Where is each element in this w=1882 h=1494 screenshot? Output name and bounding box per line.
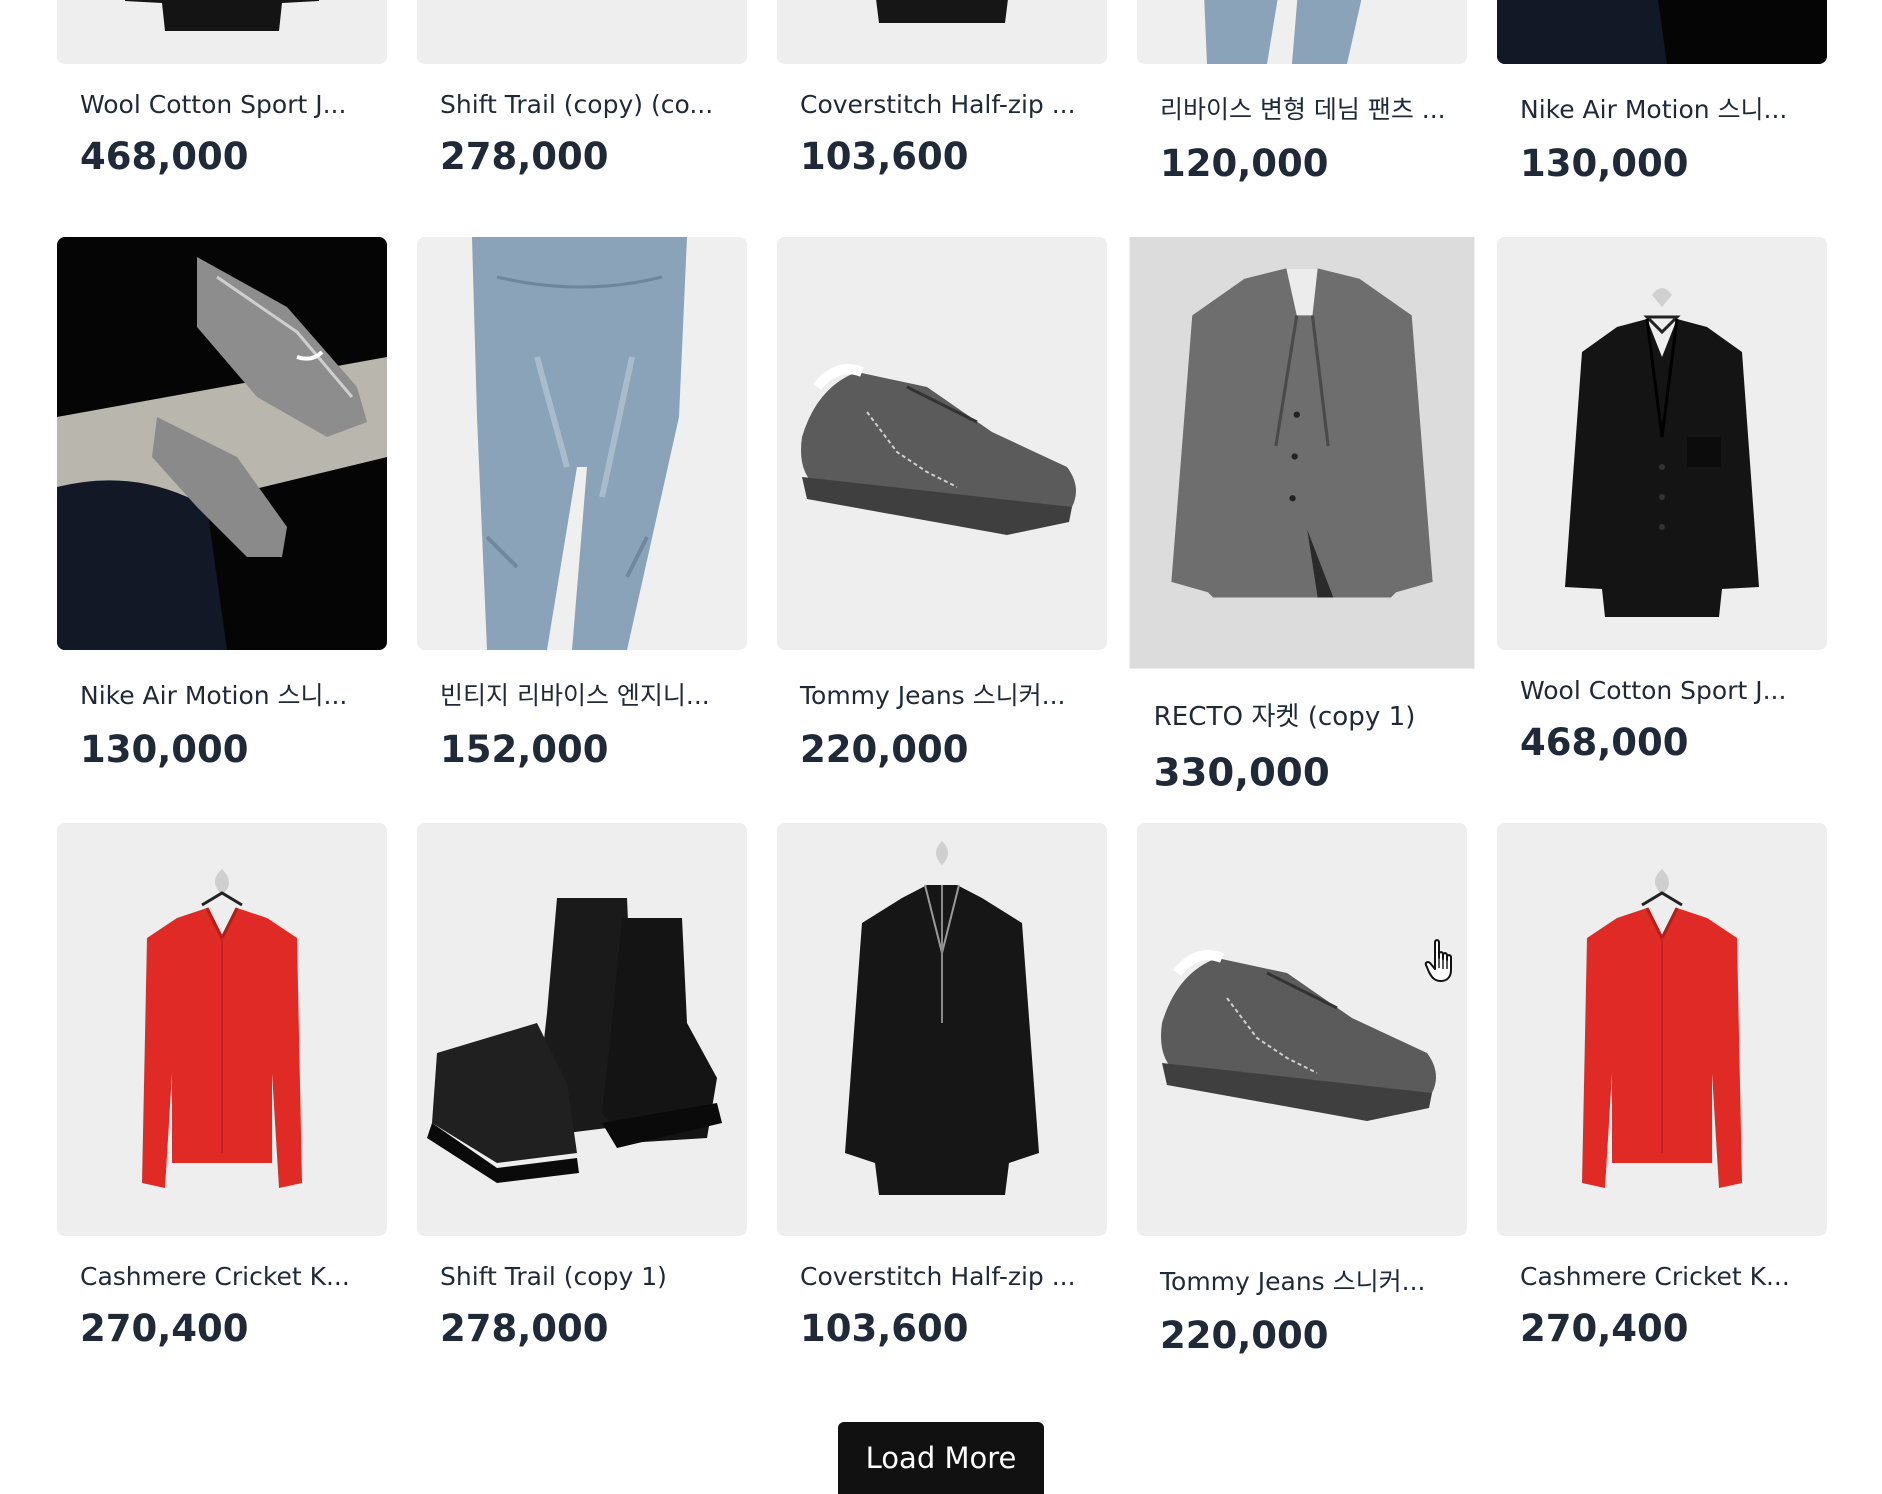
product-price: 278,000 — [440, 1307, 609, 1350]
product-price: 120,000 — [1160, 142, 1329, 185]
product-name[interactable]: Cashmere Cricket K... — [57, 1262, 387, 1291]
product-image[interactable] — [1497, 237, 1827, 650]
product-name[interactable]: Coverstitch Half-zip ... — [777, 90, 1107, 119]
product-card[interactable]: Tommy Jeans 스니커... 220,000 — [1137, 823, 1467, 1357]
product-name[interactable]: Coverstitch Half-zip ... — [777, 1262, 1107, 1291]
product-card[interactable]: Coverstitch Half-zip ... 103,600 — [777, 0, 1107, 178]
product-name[interactable]: Tommy Jeans 스니커... — [777, 676, 1107, 712]
product-name[interactable]: Cashmere Cricket K... — [1497, 1262, 1827, 1291]
product-name[interactable]: Wool Cotton Sport J... — [57, 90, 387, 119]
product-price: 220,000 — [1160, 1314, 1329, 1357]
product-name[interactable]: 빈티지 리바이스 엔지니... — [417, 676, 747, 712]
product-image[interactable] — [417, 237, 747, 650]
product-name[interactable]: Wool Cotton Sport J... — [1497, 676, 1827, 705]
product-price: 220,000 — [800, 728, 969, 771]
product-price: 270,400 — [1520, 1307, 1689, 1350]
product-price: 270,400 — [80, 1307, 249, 1350]
product-image[interactable] — [777, 237, 1107, 650]
product-card[interactable]: 빈티지 리바이스 엔지니... 152,000 — [417, 237, 747, 771]
product-name[interactable]: 리바이스 변형 데님 팬츠 ... — [1137, 90, 1467, 126]
product-card[interactable]: RECTO 자켓 (copy 1) 330,000 — [1129, 237, 1475, 796]
product-image[interactable] — [1137, 823, 1467, 1236]
product-image[interactable] — [1497, 0, 1827, 64]
product-card[interactable]: Cashmere Cricket K... 270,400 — [57, 823, 387, 1350]
product-price: 468,000 — [1520, 721, 1689, 764]
product-card[interactable]: Wool Cotton Sport J... 468,000 — [57, 0, 387, 178]
product-price: 152,000 — [440, 728, 609, 771]
product-image[interactable] — [57, 823, 387, 1236]
product-image[interactable] — [1129, 237, 1475, 669]
product-price: 130,000 — [1520, 142, 1689, 185]
product-image[interactable] — [1137, 0, 1467, 64]
product-name[interactable]: Nike Air Motion 스니... — [1497, 90, 1827, 126]
product-card[interactable]: Coverstitch Half-zip ... 103,600 — [777, 823, 1107, 1350]
product-name[interactable]: Nike Air Motion 스니... — [57, 676, 387, 712]
product-name[interactable]: Shift Trail (copy) (co... — [417, 90, 747, 119]
product-card[interactable]: Shift Trail (copy 1) 278,000 — [417, 823, 747, 1350]
product-image[interactable] — [417, 823, 747, 1236]
product-image[interactable] — [1497, 823, 1827, 1236]
product-card[interactable]: Nike Air Motion 스니... 130,000 — [57, 237, 387, 771]
product-image[interactable] — [777, 0, 1107, 64]
product-image[interactable] — [57, 0, 387, 64]
product-price: 103,600 — [800, 135, 969, 178]
product-price: 468,000 — [80, 135, 249, 178]
product-image[interactable] — [777, 823, 1107, 1236]
load-more-button[interactable]: Load More — [838, 1422, 1044, 1494]
product-name[interactable]: RECTO 자켓 (copy 1) — [1130, 696, 1475, 734]
product-card[interactable]: 리바이스 변형 데님 팬츠 ... 120,000 — [1137, 0, 1467, 185]
product-name[interactable]: Shift Trail (copy 1) — [417, 1262, 747, 1291]
product-card[interactable]: Nike Air Motion 스니... 130,000 — [1497, 0, 1827, 185]
product-card[interactable]: Shift Trail (copy) (co... 278,000 — [417, 0, 747, 178]
product-price: 103,600 — [800, 1307, 969, 1350]
product-name[interactable]: Tommy Jeans 스니커... — [1137, 1262, 1467, 1298]
product-price: 330,000 — [1153, 750, 1330, 796]
product-card[interactable]: Wool Cotton Sport J... 468,000 — [1497, 237, 1827, 764]
product-price: 278,000 — [440, 135, 609, 178]
product-price: 130,000 — [80, 728, 249, 771]
product-card[interactable]: Cashmere Cricket K... 270,400 — [1497, 823, 1827, 1350]
hand-pointer-icon — [1424, 939, 1452, 982]
product-image[interactable] — [57, 237, 387, 650]
product-card[interactable]: Tommy Jeans 스니커... 220,000 — [777, 237, 1107, 771]
product-image[interactable] — [417, 0, 747, 64]
